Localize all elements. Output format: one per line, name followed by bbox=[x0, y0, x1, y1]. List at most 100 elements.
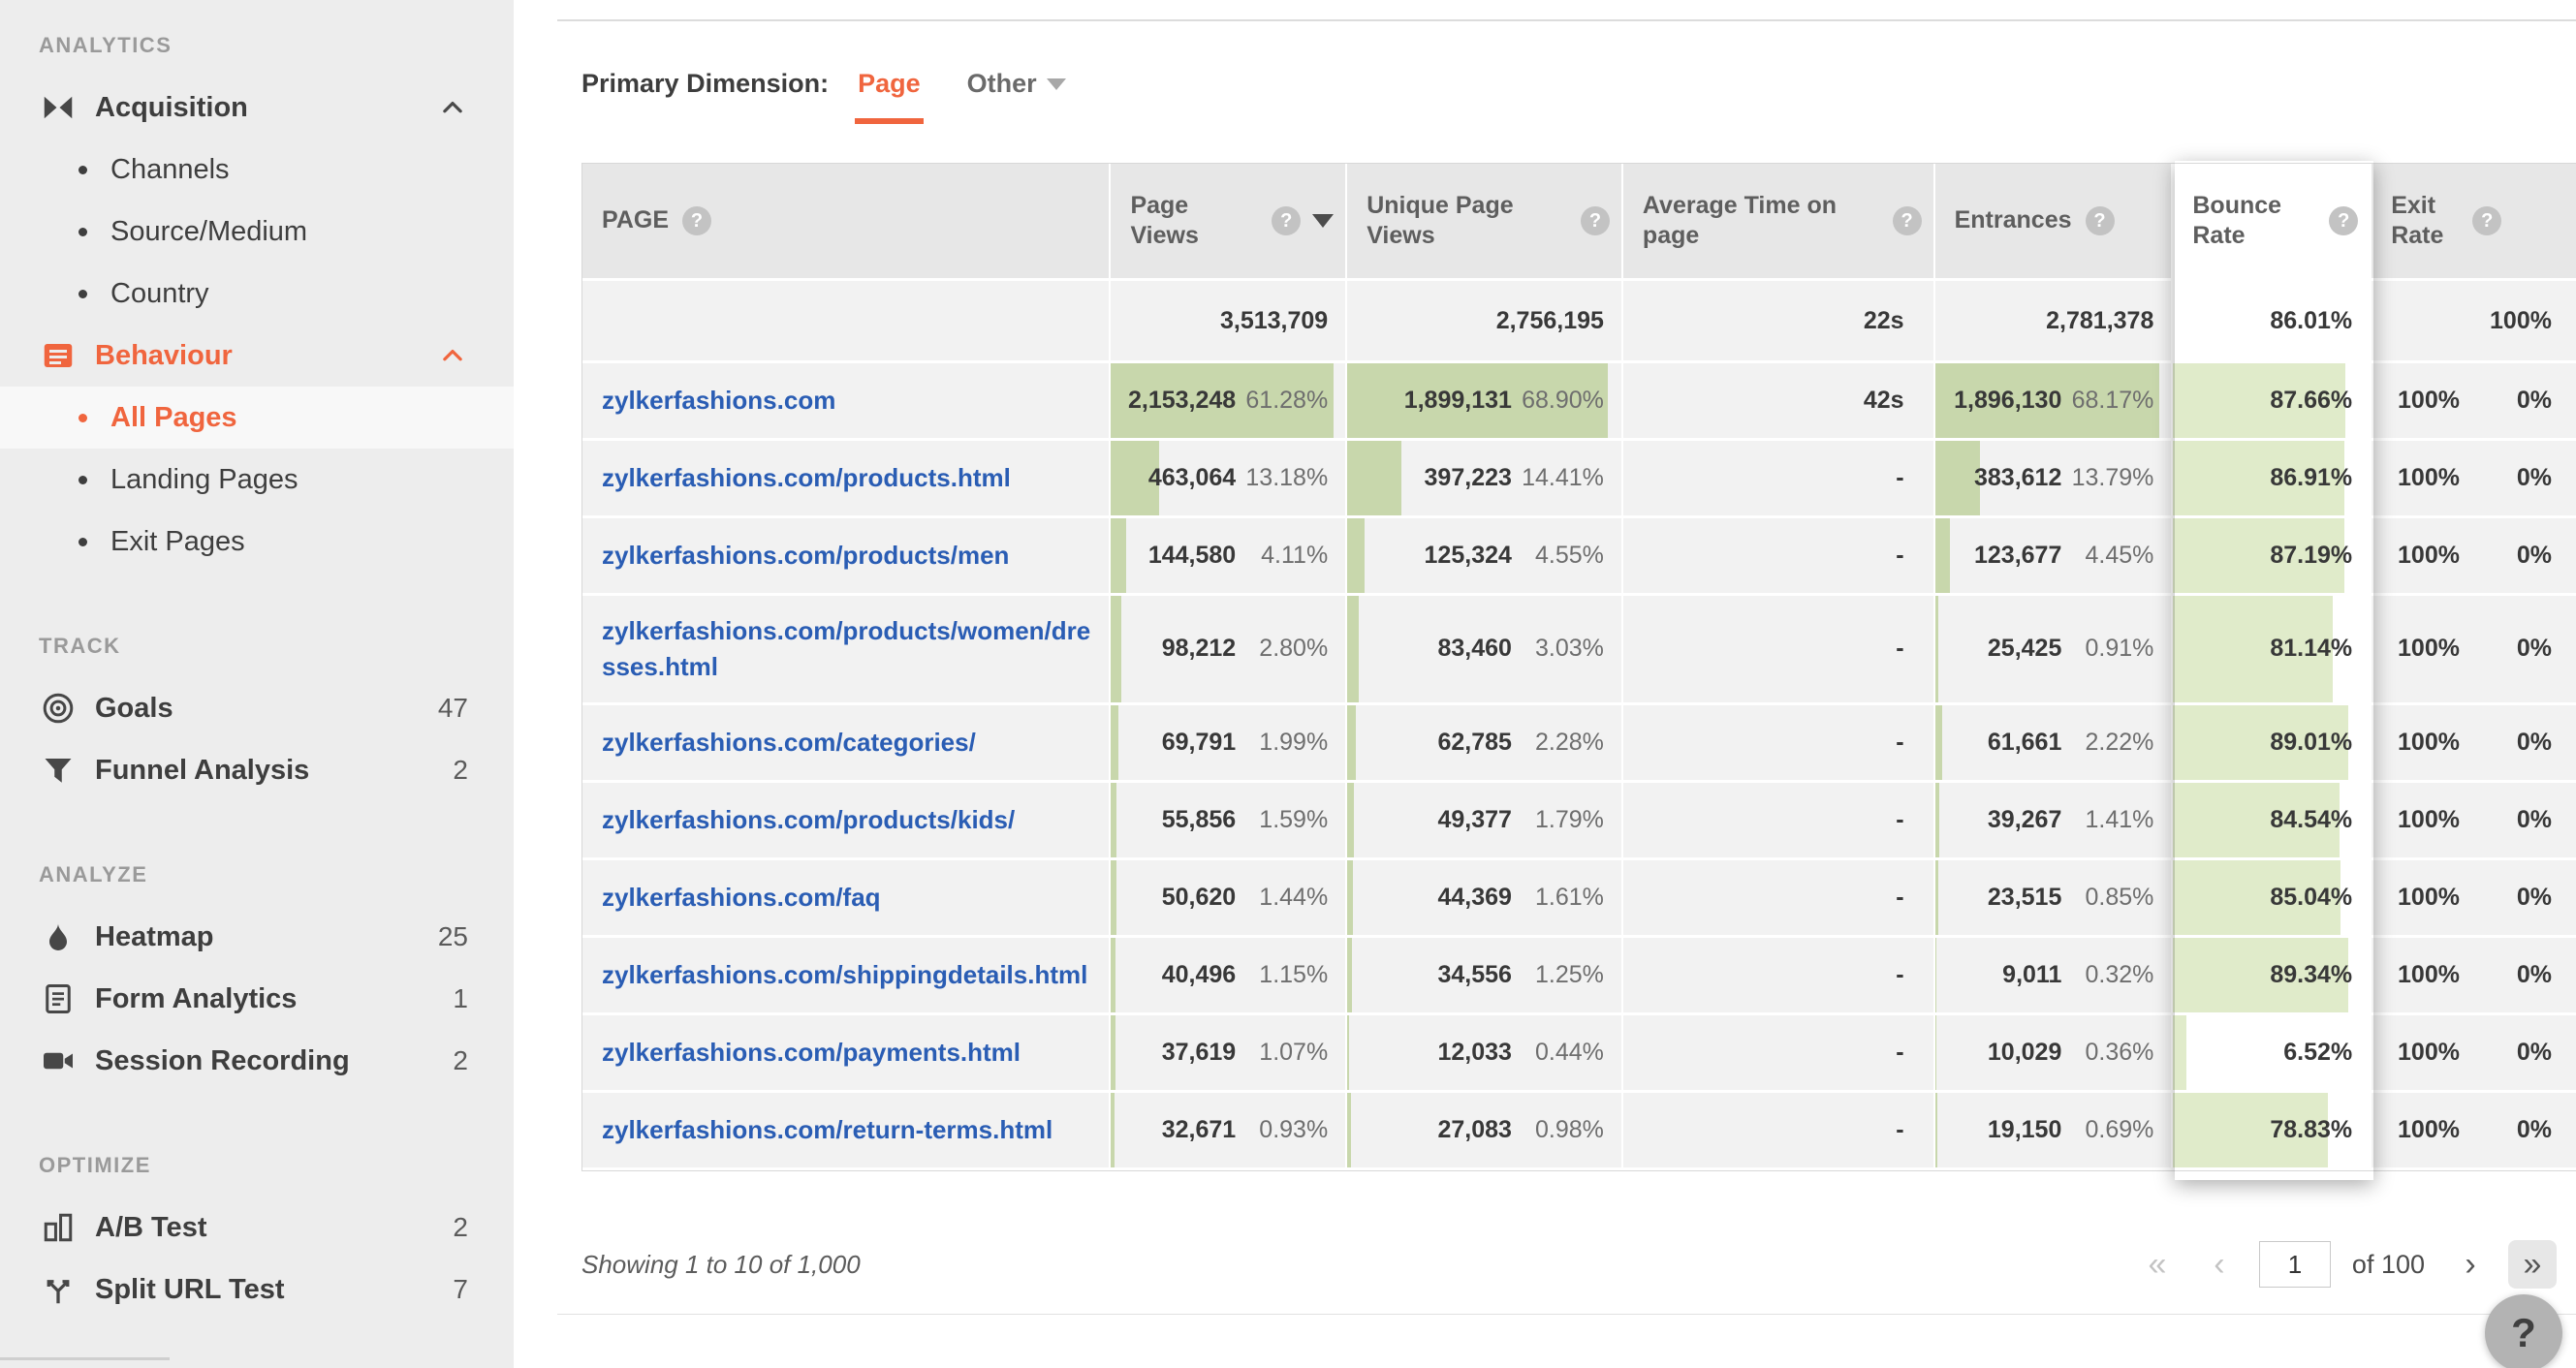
metric-cell: 44,3691.61% bbox=[1347, 860, 1623, 935]
showing-summary: Showing 1 to 10 of 1,000 bbox=[581, 1250, 861, 1280]
sidebar-item-heatmap[interactable]: Heatmap25 bbox=[0, 906, 514, 968]
metric-cell: - bbox=[1623, 1093, 1935, 1167]
metric-value: - bbox=[1896, 729, 1903, 757]
metric-value: 10,029 bbox=[1988, 1039, 2061, 1067]
sidebar-item-funnel-analysis[interactable]: Funnel Analysis2 bbox=[0, 739, 514, 801]
page-link[interactable]: zylkerfashions.com/faq bbox=[602, 880, 881, 916]
sidebar-item-acquisition[interactable]: Acquisition bbox=[0, 77, 514, 139]
acquisition-icon bbox=[36, 90, 80, 125]
sidebar-item-goals[interactable]: Goals47 bbox=[0, 677, 514, 739]
primary-dimension-label: Primary Dimension: bbox=[581, 69, 829, 99]
bullet-icon bbox=[79, 538, 87, 546]
item-count-badge: 47 bbox=[438, 693, 468, 724]
help-icon[interactable]: ? bbox=[1272, 206, 1301, 235]
help-icon[interactable]: ? bbox=[682, 206, 711, 235]
page-link[interactable]: zylkerfashions.com/return-terms.html bbox=[602, 1112, 1052, 1148]
metric-percent: 1.59% bbox=[1236, 806, 1328, 834]
sidebar-item-session-recording[interactable]: Session Recording2 bbox=[0, 1030, 514, 1092]
sidebar-section: ANALYTICSAcquisitionChannelsSource/Mediu… bbox=[0, 15, 514, 573]
metric-cell: 84.54% bbox=[2173, 783, 2372, 857]
metric-percent: 0.91% bbox=[2061, 635, 2153, 663]
metric-cell: 62,7852.28% bbox=[1347, 705, 1623, 780]
sidebar-item-country[interactable]: Country bbox=[0, 263, 514, 325]
page-link[interactable]: zylkerfashions.com/shippingdetails.html bbox=[602, 957, 1087, 993]
metric-cell: 89.34% bbox=[2173, 938, 2372, 1012]
page-link[interactable]: zylkerfashions.com/products.html bbox=[602, 460, 1011, 496]
metric-cell: 40,4961.15% bbox=[1111, 938, 1347, 1012]
metric-value: 61,661 bbox=[1988, 729, 2061, 757]
tab-other[interactable]: Other bbox=[967, 69, 1066, 99]
metric-cell: 125,3244.55% bbox=[1347, 518, 1623, 593]
table-row: zylkerfashions.com/shippingdetails.html 4… bbox=[582, 938, 2576, 1015]
sidebar-item-all-pages[interactable]: All Pages bbox=[0, 387, 514, 449]
sidebar-item-channels[interactable]: Channels bbox=[0, 139, 514, 201]
sidebar-item-label: Behaviour bbox=[95, 340, 233, 372]
sidebar-item-label: Exit Pages bbox=[110, 526, 245, 558]
metric-percent: 0% bbox=[2460, 884, 2552, 912]
column-header-average-time-on-page[interactable]: Average Time on page? bbox=[1623, 164, 1935, 278]
help-icon[interactable]: ? bbox=[2086, 206, 2115, 235]
metric-percent: 2.28% bbox=[1512, 729, 1604, 757]
sidebar-item-source-medium[interactable]: Source/Medium bbox=[0, 201, 514, 263]
page-link[interactable]: zylkerfashions.com/products/kids/ bbox=[602, 802, 1015, 838]
value-bar bbox=[1111, 596, 1120, 702]
metric-value: 144,580 bbox=[1148, 542, 1236, 570]
prev-page-button[interactable]: ‹ bbox=[2195, 1240, 2244, 1289]
value-bar bbox=[1111, 860, 1115, 935]
help-icon[interactable]: ? bbox=[1581, 206, 1610, 235]
help-icon[interactable]: ? bbox=[2329, 206, 2358, 235]
sidebar-item-behaviour[interactable]: Behaviour bbox=[0, 325, 514, 387]
value-bar bbox=[1347, 938, 1352, 1012]
help-button[interactable]: ? bbox=[2485, 1294, 2562, 1368]
column-header-exit-rate[interactable]: Exit Rate? bbox=[2372, 164, 2576, 278]
last-page-button[interactable]: » bbox=[2508, 1240, 2557, 1289]
sidebar-item-label: Split URL Test bbox=[95, 1274, 285, 1306]
page-link[interactable]: zylkerfashions.com bbox=[602, 383, 835, 419]
sort-desc-icon[interactable] bbox=[1312, 214, 1334, 228]
column-header-unique-page-views[interactable]: Unique Page Views? bbox=[1347, 164, 1623, 278]
sidebar: ANALYTICSAcquisitionChannelsSource/Mediu… bbox=[0, 0, 514, 1368]
column-header-page[interactable]: PAGE? bbox=[582, 164, 1111, 278]
help-icon[interactable]: ? bbox=[1893, 206, 1922, 235]
item-count-badge: 2 bbox=[453, 1045, 468, 1076]
metric-cell: 100%0% bbox=[2372, 1015, 2576, 1090]
page-link[interactable]: zylkerfashions.com/categories/ bbox=[602, 725, 976, 761]
page-link[interactable]: zylkerfashions.com/products/men bbox=[602, 538, 1009, 574]
chevron-up-icon[interactable] bbox=[438, 93, 467, 122]
page-number-input[interactable] bbox=[2259, 1241, 2331, 1288]
sidebar-item-landing-pages[interactable]: Landing Pages bbox=[0, 449, 514, 511]
sidebar-item-form-analytics[interactable]: Form Analytics1 bbox=[0, 968, 514, 1030]
page-link[interactable]: zylkerfashions.com/products/women/dresse… bbox=[602, 613, 1091, 685]
sidebar-item-label: Channels bbox=[110, 154, 230, 186]
tab-page[interactable]: Page bbox=[858, 69, 921, 99]
metric-value: - bbox=[1896, 464, 1903, 492]
column-header-page-views[interactable]: Page Views? bbox=[1111, 164, 1347, 278]
next-page-button[interactable]: › bbox=[2446, 1240, 2495, 1289]
value-bar bbox=[1347, 1015, 1349, 1090]
sidebar-item-split-url-test[interactable]: Split URL Test7 bbox=[0, 1259, 514, 1321]
page-link[interactable]: zylkerfashions.com/payments.html bbox=[602, 1035, 1021, 1071]
metric-value: 100% bbox=[2398, 464, 2460, 492]
metric-value: 55,856 bbox=[1162, 806, 1236, 834]
metric-percent: 0.69% bbox=[2061, 1116, 2153, 1144]
chevron-up-icon[interactable] bbox=[438, 341, 467, 370]
sidebar-item-exit-pages[interactable]: Exit Pages bbox=[0, 511, 514, 573]
metric-value: 89.34% bbox=[2270, 961, 2352, 989]
metric-cell: - bbox=[1623, 860, 1935, 935]
bullet-icon bbox=[79, 228, 87, 236]
sidebar-item-label: Landing Pages bbox=[110, 464, 298, 496]
column-header-bounce-rate[interactable]: Bounce Rate? bbox=[2173, 164, 2372, 278]
metric-value: 6.52% bbox=[2283, 1039, 2352, 1067]
help-icon[interactable]: ? bbox=[2472, 206, 2501, 235]
sidebar-section-title: TRACK bbox=[0, 615, 514, 677]
value-bar bbox=[1111, 1093, 1114, 1167]
metric-value: 98,212 bbox=[1162, 635, 1236, 663]
metric-cell: 12,0330.44% bbox=[1347, 1015, 1623, 1090]
first-page-button[interactable]: « bbox=[2133, 1240, 2182, 1289]
metric-cell: 98,2122.80% bbox=[1111, 596, 1347, 702]
column-header-entrances[interactable]: Entrances? bbox=[1935, 164, 2174, 278]
sidebar-section: OPTIMIZEA/B Test2Split URL Test7 bbox=[0, 1135, 514, 1321]
metric-cell: 81.14% bbox=[2173, 596, 2372, 702]
sidebar-item-a-b-test[interactable]: A/B Test2 bbox=[0, 1197, 514, 1259]
metric-value: - bbox=[1896, 1039, 1903, 1067]
